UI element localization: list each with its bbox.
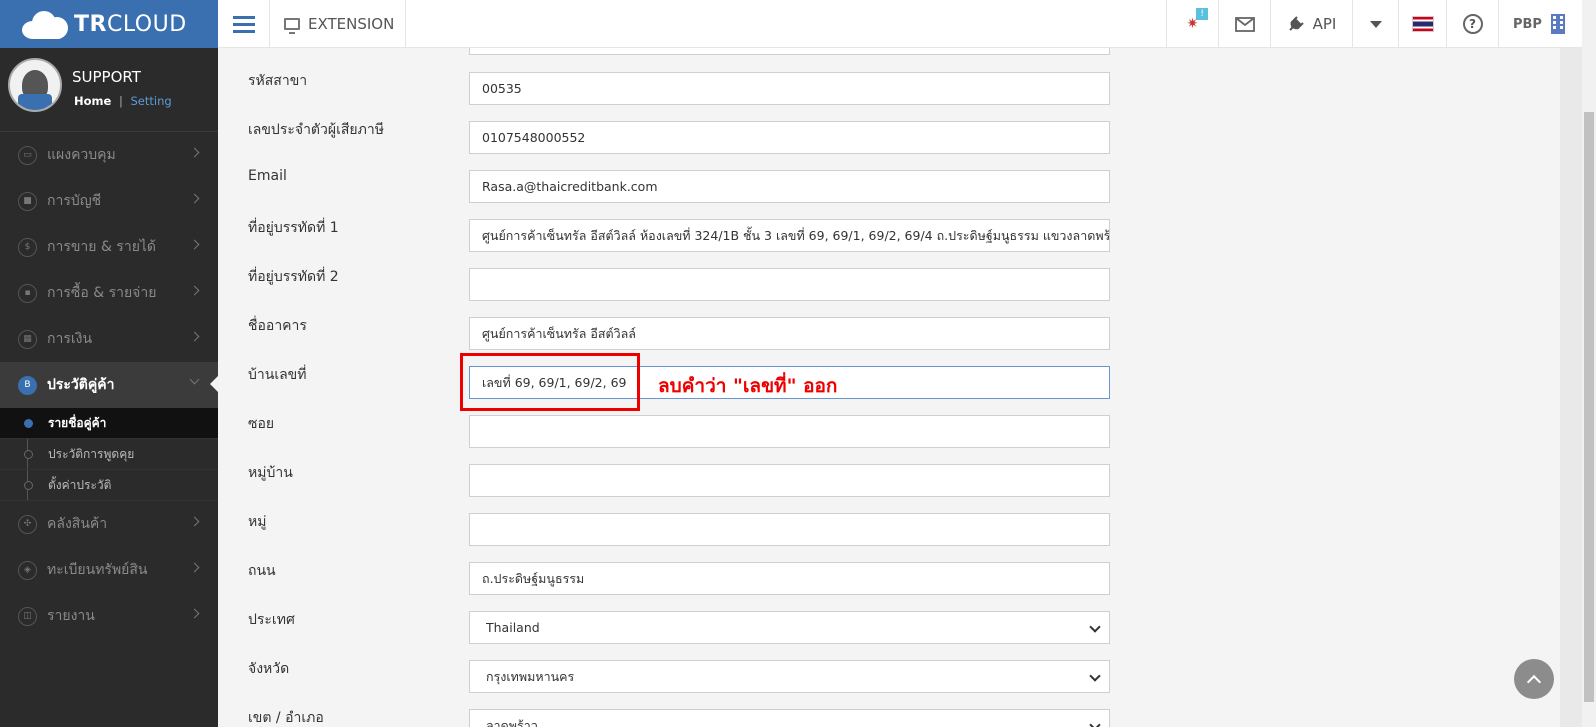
avatar[interactable]: [8, 58, 62, 112]
language-button[interactable]: [1398, 0, 1446, 48]
building-name-input[interactable]: ศูนย์การค้าเซ็นทรัล อีสต์วิลล์: [469, 317, 1110, 350]
chevron-right-icon: [189, 147, 200, 158]
chevron-right-icon: [189, 331, 200, 342]
chevron-right-icon: [189, 516, 200, 527]
plug-icon: [1288, 16, 1304, 31]
notification-badge: !: [1196, 8, 1208, 20]
chevron-right-icon: [189, 562, 200, 573]
tax-id-input[interactable]: 0107548000552: [469, 121, 1110, 154]
chevron-right-icon: [189, 239, 200, 250]
sidebar-subitem-conversation-history[interactable]: ประวัติการพูดคุย: [0, 439, 218, 470]
dollar-icon: $: [18, 237, 37, 257]
report-icon: ◫: [18, 606, 37, 626]
setting-link[interactable]: Setting: [131, 94, 172, 108]
scrollbar[interactable]: [1582, 0, 1596, 727]
chevron-up-icon: [1526, 674, 1542, 689]
sidebar-item-accounting[interactable]: ■ การบัญชี: [0, 178, 218, 224]
profile-name: SUPPORT: [72, 68, 141, 86]
logo[interactable]: TRCLOUD: [0, 0, 218, 48]
chevron-right-icon: [189, 608, 200, 619]
contact-book-icon: B: [18, 375, 37, 395]
menu-toggle-button[interactable]: [218, 0, 270, 48]
book-icon: ■: [18, 191, 37, 211]
thai-flag-icon: [1411, 16, 1434, 32]
soi-input[interactable]: [469, 415, 1110, 448]
address-line2-input[interactable]: [469, 268, 1110, 301]
right-panel: [1560, 48, 1582, 727]
dropdown-button[interactable]: [1352, 0, 1398, 48]
chevron-right-icon: [189, 285, 200, 296]
diamond-icon: ◈: [18, 560, 37, 580]
caret-down-icon: [1369, 20, 1382, 28]
sidebar-item-finance[interactable]: ▦ การเงิน: [0, 316, 218, 362]
user-button[interactable]: PBP: [1498, 0, 1582, 48]
notification-button[interactable]: ✷ !: [1166, 0, 1218, 48]
moo-input[interactable]: [469, 513, 1110, 546]
extension-button[interactable]: EXTENSION: [270, 0, 406, 48]
scrollbar-thumb[interactable]: [1584, 112, 1594, 702]
api-button[interactable]: API: [1270, 0, 1352, 48]
country-select[interactable]: Thailand: [469, 611, 1110, 644]
sidebar-item-reports[interactable]: ◫ รายงาน: [0, 593, 218, 639]
cloud-icon: [22, 9, 70, 39]
email-input[interactable]: Rasa.a@thaicreditbank.com: [469, 170, 1110, 203]
question-icon: ?: [1462, 14, 1483, 34]
hamburger-icon: [232, 15, 255, 19]
annotation-text: ลบคำว่า "เลขที่" ออก: [658, 375, 838, 397]
main-content: รหัสสาขา 00535 เลขประจำตัวผู้เสียภาษี 01…: [238, 48, 1560, 727]
sidebar-item-inventory[interactable]: ✣ คลังสินค้า: [0, 501, 218, 547]
previous-field[interactable]: [469, 48, 1110, 55]
sidebar-item-assets[interactable]: ◈ ทะเบียนทรัพย์สิน: [0, 547, 218, 593]
branch-code-input[interactable]: 00535: [469, 72, 1110, 105]
monitor-icon: ▭: [18, 145, 37, 165]
cart-icon: ▪: [18, 283, 37, 303]
envelope-icon: [1234, 16, 1255, 32]
sidebar: SUPPORT Home | Setting ▭ แผงควบคุม ■ การ…: [0, 48, 218, 727]
mail-button[interactable]: [1218, 0, 1270, 48]
sidebar-item-sales[interactable]: $ การขาย & รายได้: [0, 224, 218, 270]
sidebar-item-purchases[interactable]: ▪ การซื้อ & รายจ่าย: [0, 270, 218, 316]
profile-panel: SUPPORT Home | Setting: [0, 48, 218, 132]
calendar-icon: ▦: [18, 329, 37, 349]
home-link[interactable]: Home: [74, 94, 111, 108]
top-header: TRCLOUD EXTENSION ✷ ! API ? PBP: [0, 0, 1582, 48]
address-line1-input[interactable]: ศูนย์การค้าเซ็นทรัล อีสต์วิลล์ ห้องเลขที…: [469, 219, 1110, 252]
sidebar-item-partners[interactable]: B ประวัติคู่ค้า: [0, 362, 218, 408]
sidebar-subitem-history-settings[interactable]: ตั้งค่าประวัติ: [0, 470, 218, 501]
chevron-down-icon: [189, 374, 200, 385]
sidebar-subitem-partner-list[interactable]: รายชื่อคู่ค้า: [0, 408, 218, 439]
road-input[interactable]: ถ.ประดิษฐ์มนูธรรม: [469, 562, 1110, 595]
logo-text: TRCLOUD: [74, 11, 187, 37]
help-button[interactable]: ?: [1446, 0, 1498, 48]
village-input[interactable]: [469, 464, 1110, 497]
monitor-icon: [284, 18, 300, 34]
scroll-to-top-button[interactable]: [1514, 659, 1554, 699]
province-select[interactable]: กรุงเทพมหานคร: [469, 660, 1110, 693]
sidebar-item-dashboard[interactable]: ▭ แผงควบคุม: [0, 132, 218, 178]
chevron-right-icon: [189, 193, 200, 204]
cubes-icon: ✣: [18, 514, 37, 534]
district-select[interactable]: ลาดพร้าว: [469, 709, 1110, 727]
building-icon: [1550, 14, 1565, 34]
